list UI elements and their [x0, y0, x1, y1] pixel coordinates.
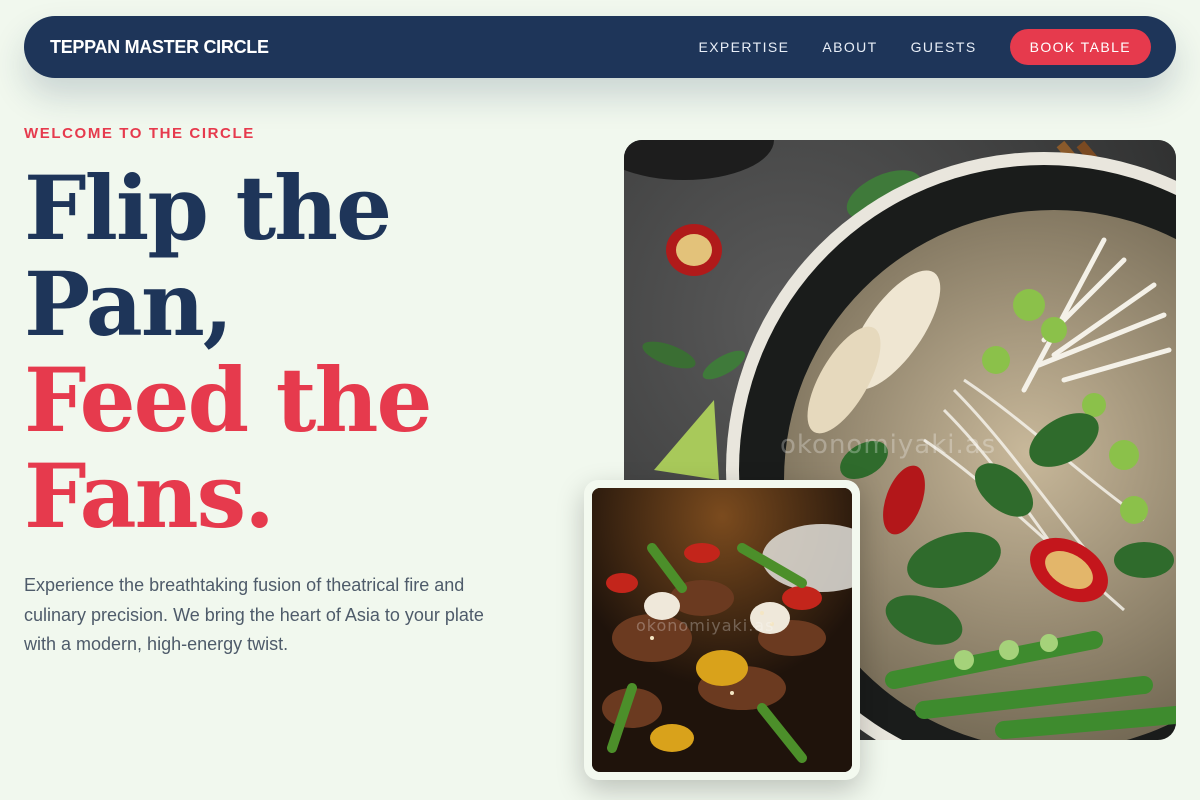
main-image-watermark: okonomiyaki.as: [780, 430, 997, 460]
nav-links: EXPERTISE ABOUT GUESTS BOOK TABLE: [698, 29, 1151, 65]
nav-link-about[interactable]: ABOUT: [822, 39, 877, 55]
headline-line-1: Flip the: [24, 156, 392, 260]
headline-line-4: Fans.: [24, 444, 275, 548]
hero-inset-image: okonomiyaki.as: [592, 488, 852, 772]
brand-logo[interactable]: TEPPAN MASTER CIRCLE: [50, 37, 269, 58]
nav-link-expertise[interactable]: EXPERTISE: [698, 39, 789, 55]
headline-line-2: Pan,: [24, 252, 233, 356]
hero-inset-image-card: okonomiyaki.as: [584, 480, 860, 780]
headline-line-3: Feed the: [24, 348, 432, 452]
hero-description: Experience the breathtaking fusion of th…: [24, 575, 484, 654]
book-table-button[interactable]: BOOK TABLE: [1009, 29, 1151, 65]
hero-headline: Flip the Pan, Feed the Fans.: [24, 160, 544, 544]
hero-eyebrow: WELCOME TO THE CIRCLE: [24, 125, 255, 142]
inset-image-watermark: okonomiyaki.as: [636, 616, 775, 635]
top-navbar: TEPPAN MASTER CIRCLE EXPERTISE ABOUT GUE…: [24, 16, 1176, 78]
nav-link-guests[interactable]: GUESTS: [911, 39, 977, 55]
